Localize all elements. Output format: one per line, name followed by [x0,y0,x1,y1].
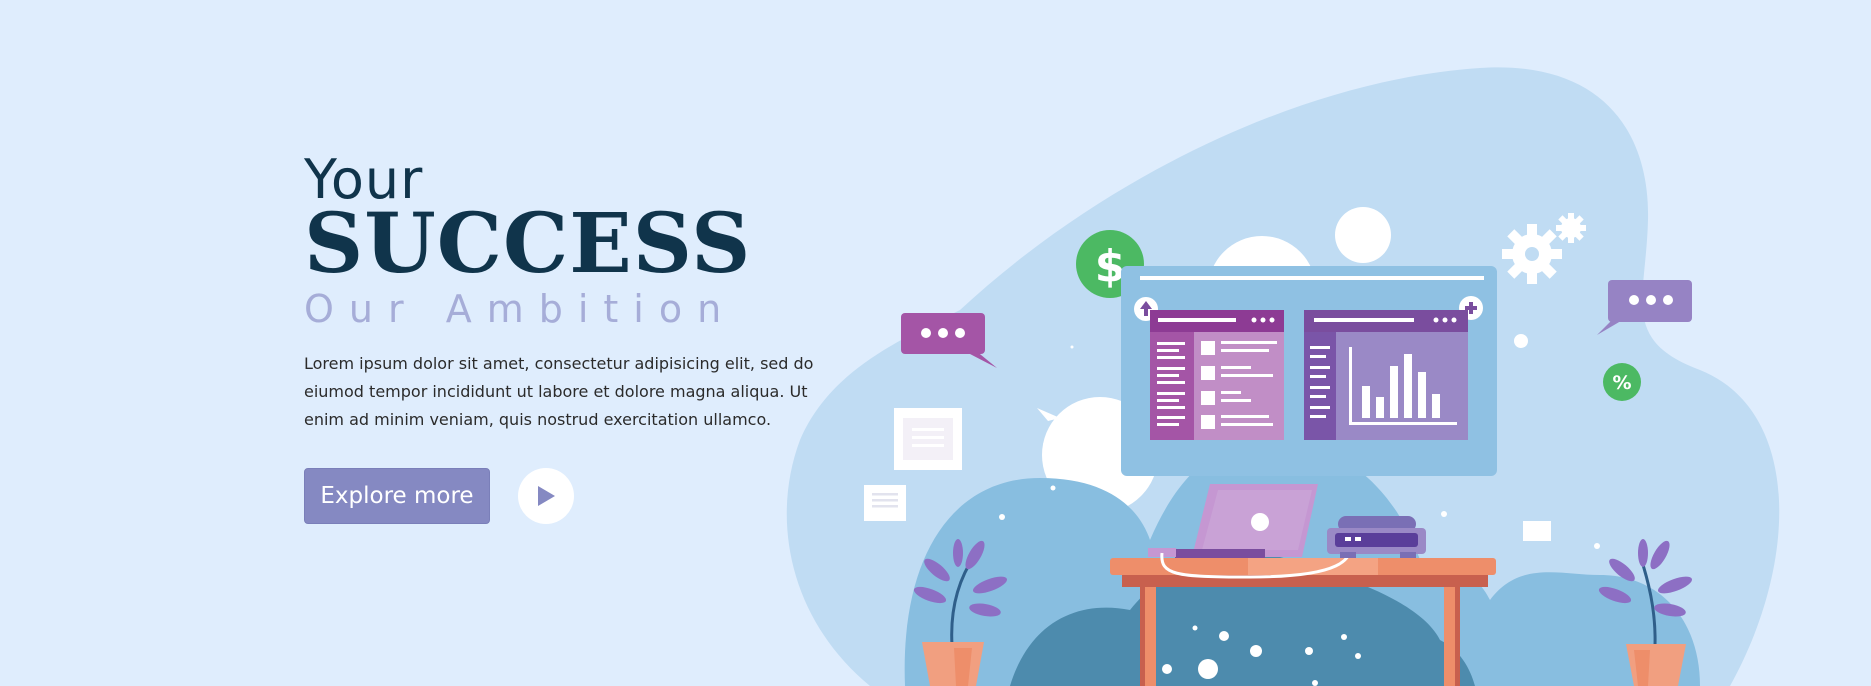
page: { "hero": { "title_line1": "Your", "titl… [0,0,1871,686]
play-icon [538,486,555,506]
hero-actions: Explore more [304,468,574,524]
router-device [1327,516,1426,558]
play-video-button[interactable] [518,468,574,524]
dollar-symbol: $ [1095,241,1126,292]
cloud-blob [1335,207,1391,263]
document-card-icon [894,408,962,470]
document-card-icon [864,485,906,521]
percent-icon: % [1603,363,1641,401]
percent-symbol: % [1612,372,1631,394]
hero-illustration: $ % [786,67,1780,686]
dashboard-monitor [1121,266,1497,476]
gear-icon [1556,213,1586,243]
small-card [1523,521,1551,541]
gear-icon [1502,224,1562,284]
explore-more-button[interactable]: Explore more [304,468,490,524]
